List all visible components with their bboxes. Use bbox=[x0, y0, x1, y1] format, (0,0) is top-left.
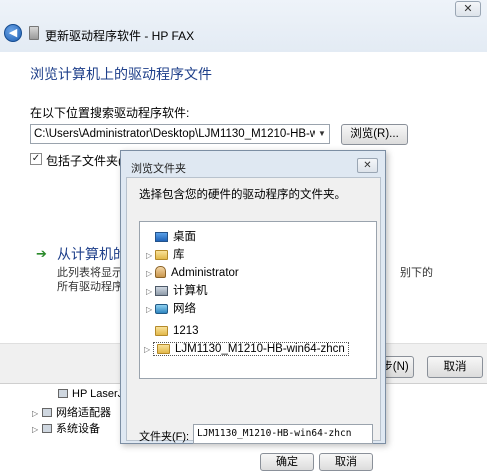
selected-folder-highlight[interactable]: LJM1130_M1210-HB-win64-zhcn bbox=[153, 342, 349, 356]
search-location-label: 在以下位置搜索驱动程序软件: bbox=[30, 106, 190, 120]
pick-from-list-link[interactable]: 从计算机的 bbox=[57, 244, 127, 264]
expand-icon[interactable]: ▷ bbox=[146, 301, 155, 319]
include-subfolders-checkbox[interactable]: ✓ bbox=[30, 153, 42, 165]
expand-icon[interactable]: ▷ bbox=[32, 409, 40, 418]
dialog-title: 浏览文件夹 bbox=[131, 163, 186, 175]
device-tree-item[interactable]: HP LaserJe bbox=[56, 388, 129, 400]
search-path-value: C:\Users\Administrator\Desktop\LJM1130_M… bbox=[34, 128, 330, 140]
system-device-icon bbox=[42, 424, 52, 433]
expand-icon[interactable]: ▷ bbox=[146, 265, 155, 283]
dialog-body: 选择包含您的硬件的驱动程序的文件夹。 桌面 ▷ 库 ▷ Administrator … bbox=[126, 177, 381, 471]
tree-item-library[interactable]: ▷ 库 bbox=[146, 246, 185, 264]
search-path-combobox[interactable]: C:\Users\Administrator\Desktop\LJM1130_M… bbox=[30, 124, 330, 144]
library-icon bbox=[155, 250, 168, 260]
ok-button[interactable]: 确定 bbox=[260, 453, 314, 471]
device-tree-item[interactable]: ▷ 系统设备 bbox=[32, 420, 100, 436]
chevron-down-icon[interactable]: ▼ bbox=[315, 125, 329, 143]
browse-folder-dialog: 浏览文件夹 ✕ 选择包含您的硬件的驱动程序的文件夹。 桌面 ▷ 库 ▷ Admini… bbox=[120, 150, 386, 471]
computer-icon bbox=[155, 286, 168, 296]
browse-button[interactable]: 浏览(R)... bbox=[341, 124, 408, 145]
printer-icon bbox=[58, 389, 68, 398]
include-subfolders-label[interactable]: 包括子文件夹(I) bbox=[46, 152, 129, 169]
user-folder-icon bbox=[155, 266, 166, 278]
window-title: 更新驱动程序软件 - HP FAX bbox=[45, 29, 195, 43]
title-bar: ◀ 更新驱动程序软件 - HP FAX ✕ bbox=[0, 0, 487, 52]
dialog-cancel-button[interactable]: 取消 bbox=[319, 453, 373, 471]
expand-icon[interactable]: ▷ bbox=[146, 247, 155, 265]
pick-description-tail: 别下的 bbox=[400, 267, 433, 279]
page-heading: 浏览计算机上的驱动程序文件 bbox=[30, 66, 212, 82]
device-tree-item[interactable]: ▷ 网络适配器 bbox=[32, 404, 111, 420]
green-arrow-icon: ➔ bbox=[36, 246, 47, 261]
tree-item-network[interactable]: ▷ 网络 bbox=[146, 300, 196, 318]
window-close-button[interactable]: ✕ bbox=[455, 1, 481, 17]
tree-item-ljm-folder[interactable]: ▷ LJM1130_M1210-HB-win64-zhcn bbox=[144, 340, 349, 358]
tree-item-desktop[interactable]: 桌面 bbox=[146, 228, 196, 246]
tree-item-computer[interactable]: ▷ 计算机 bbox=[146, 282, 208, 300]
folder-tree[interactable]: 桌面 ▷ 库 ▷ Administrator ▷ 计算机 ▷ 网络 1213 ▷ LJM1… bbox=[139, 221, 377, 379]
expand-icon[interactable]: ▷ bbox=[146, 283, 155, 301]
expand-icon[interactable]: ▷ bbox=[32, 425, 40, 434]
back-button[interactable]: ◀ bbox=[4, 24, 22, 42]
tree-item-administrator[interactable]: ▷ Administrator bbox=[146, 264, 239, 282]
folder-icon bbox=[155, 326, 168, 336]
dialog-close-button[interactable]: ✕ bbox=[357, 158, 378, 173]
network-icon bbox=[155, 304, 168, 314]
desktop-icon bbox=[155, 232, 168, 242]
device-icon bbox=[29, 26, 39, 40]
folder-field-label: 文件夹(F): bbox=[139, 431, 190, 443]
wizard-cancel-button[interactable]: 取消 bbox=[427, 356, 483, 378]
folder-icon bbox=[157, 344, 170, 354]
tree-item-1213[interactable]: 1213 bbox=[146, 322, 199, 340]
expand-icon[interactable]: ▷ bbox=[144, 341, 153, 359]
network-adapter-icon bbox=[42, 408, 52, 417]
dialog-instruction: 选择包含您的硬件的驱动程序的文件夹。 bbox=[139, 189, 346, 201]
folder-input[interactable]: LJM1130_M1210-HB-win64-zhcn bbox=[193, 424, 373, 444]
